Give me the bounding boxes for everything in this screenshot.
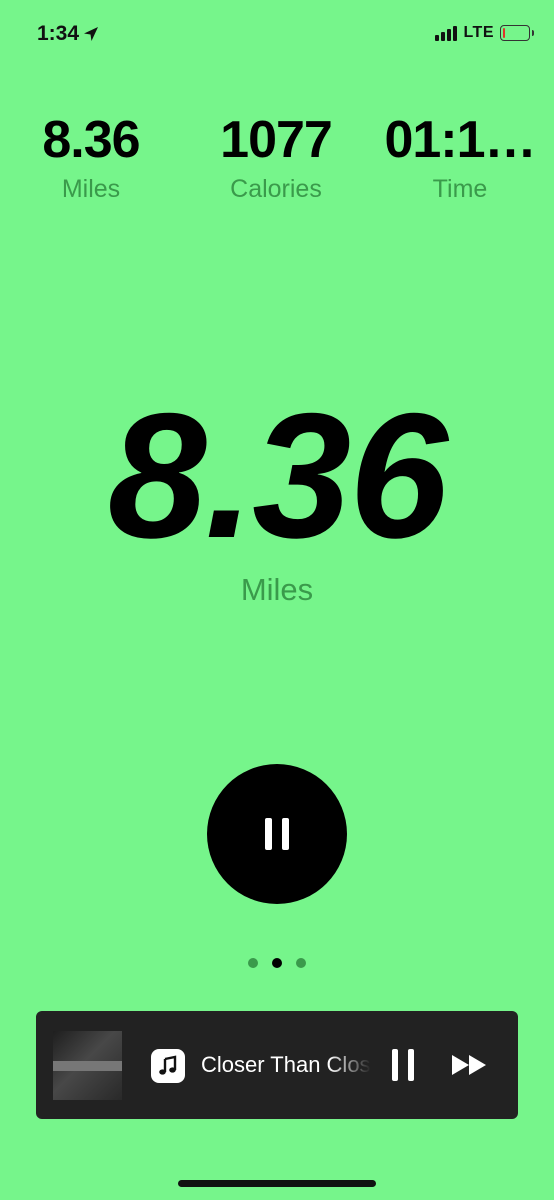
workout-screen: 1:34 LTE 8.36 Miles 1077 Calories 01:1… … <box>0 0 554 1200</box>
stat-calories-label: Calories <box>230 175 322 204</box>
stat-time: 01:1… Time <box>380 111 540 204</box>
stat-time-label: Time <box>432 175 488 204</box>
pause-icon-bar <box>282 818 289 850</box>
album-art <box>53 1031 122 1100</box>
battery-icon <box>500 25 534 41</box>
skip-forward-icon[interactable] <box>450 1053 490 1077</box>
main-metric-value[interactable]: 8.36 <box>0 378 554 574</box>
page-dot[interactable] <box>296 958 306 968</box>
clock-text: 1:34 <box>37 22 80 45</box>
cellular-signal-icon <box>435 25 458 41</box>
music-note-icon <box>151 1049 185 1083</box>
status-bar-indicators: LTE <box>435 24 534 42</box>
pause-workout-button[interactable] <box>207 764 347 904</box>
stat-calories: 1077 Calories <box>212 111 340 204</box>
pause-icon-bar <box>265 818 272 850</box>
stat-miles-label: Miles <box>61 175 121 204</box>
music-pause-button[interactable] <box>392 1049 414 1081</box>
stat-miles-value: 8.36 <box>42 111 140 169</box>
main-metric-label: Miles <box>240 572 314 607</box>
home-indicator[interactable] <box>178 1180 376 1187</box>
page-dot[interactable] <box>248 958 258 968</box>
stat-miles: 8.36 Miles <box>35 111 147 204</box>
stat-calories-value: 1077 <box>220 111 333 169</box>
location-arrow-icon <box>84 27 99 41</box>
network-type: LTE <box>463 24 494 41</box>
status-bar-time: 1:34 <box>37 22 99 46</box>
page-indicator[interactable] <box>0 958 554 968</box>
now-playing-bar[interactable]: Closer Than Close <box>36 1011 518 1119</box>
battery-level <box>503 28 505 38</box>
page-dot[interactable] <box>272 958 282 968</box>
track-title[interactable]: Closer Than Close <box>201 1052 371 1078</box>
stat-time-value: 01:1… <box>384 111 536 169</box>
